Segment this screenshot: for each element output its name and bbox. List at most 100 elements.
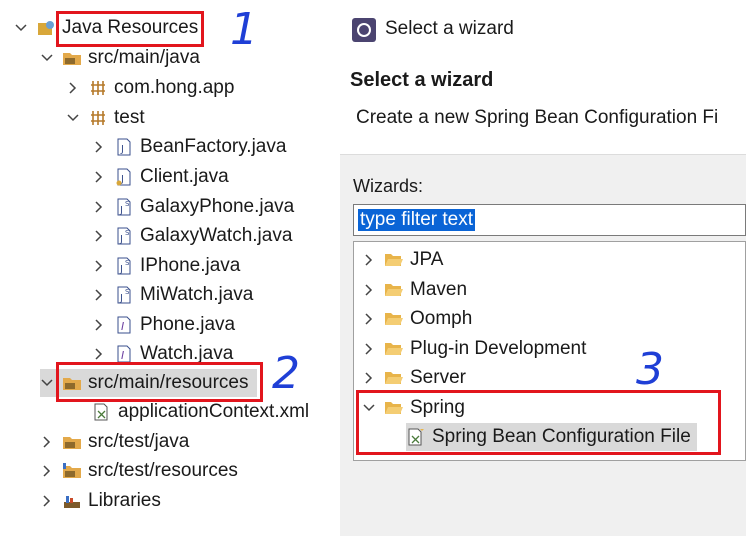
filter-text: type filter text bbox=[358, 209, 475, 231]
tree-item-libraries[interactable]: Libraries bbox=[40, 487, 161, 515]
svg-text:J: J bbox=[119, 264, 123, 275]
svg-text:I: I bbox=[121, 349, 124, 362]
tree-label: GalaxyWatch.java bbox=[140, 225, 293, 246]
tree-item-app-context[interactable]: applicationContext.xml bbox=[92, 398, 309, 426]
tree-label: BeanFactory.java bbox=[140, 136, 287, 157]
highlight-box-java-resources bbox=[56, 11, 204, 47]
chevron-right-icon[interactable] bbox=[92, 259, 106, 273]
tree-label: src/test/java bbox=[88, 431, 190, 452]
chevron-right-icon[interactable] bbox=[92, 200, 106, 214]
chevron-right-icon[interactable] bbox=[362, 342, 376, 356]
tree-item-file[interactable]: JS GalaxyWatch.java bbox=[92, 222, 292, 250]
tree-label: GalaxyPhone.java bbox=[140, 196, 295, 217]
category-label: JPA bbox=[410, 249, 444, 270]
chevron-right-icon[interactable] bbox=[40, 435, 54, 449]
java-interface-icon: I bbox=[114, 344, 134, 364]
wizard-category[interactable]: JPA bbox=[362, 246, 443, 274]
chevron-right-icon[interactable] bbox=[40, 464, 54, 478]
chevron-right-icon[interactable] bbox=[362, 253, 376, 267]
highlight-box-spring-wizard bbox=[356, 390, 721, 455]
tree-item-file[interactable]: J BeanFactory.java bbox=[92, 133, 286, 161]
xml-file-icon bbox=[92, 402, 112, 422]
java-class-icon: JS bbox=[114, 226, 134, 246]
tree-item-file[interactable]: JS GalaxyPhone.java bbox=[92, 193, 294, 221]
wizard-category[interactable]: Plug-in Development bbox=[362, 335, 586, 363]
svg-text:S: S bbox=[125, 288, 130, 296]
java-class-icon: JS bbox=[114, 285, 134, 305]
source-folder-icon bbox=[62, 461, 82, 481]
svg-text:S: S bbox=[125, 229, 130, 237]
annotation-number-3: 3 bbox=[636, 344, 664, 395]
chevron-right-icon[interactable] bbox=[40, 494, 54, 508]
wizard-category[interactable]: Server bbox=[362, 364, 466, 392]
svg-text:I: I bbox=[121, 320, 124, 333]
header-title: Select a wizard bbox=[350, 69, 494, 91]
tree-item-file[interactable]: JS IPhone.java bbox=[92, 252, 240, 280]
chevron-right-icon[interactable] bbox=[66, 81, 80, 95]
chevron-right-icon[interactable] bbox=[92, 140, 106, 154]
tree-item-src-main-java[interactable]: src/main/java bbox=[40, 44, 200, 72]
folder-open-icon bbox=[384, 250, 404, 270]
java-file-icon: J bbox=[114, 167, 134, 187]
project-explorer: Java Resources src/main/java com.hong.ap… bbox=[0, 0, 340, 536]
tree-label: applicationContext.xml bbox=[118, 401, 310, 422]
tree-item-package-test[interactable]: test bbox=[66, 104, 145, 132]
filter-input[interactable]: type filter text bbox=[353, 204, 746, 236]
tree-label: src/main/java bbox=[88, 47, 200, 68]
tree-label: test bbox=[114, 107, 145, 128]
category-label: Plug-in Development bbox=[410, 338, 587, 359]
chevron-down-icon[interactable] bbox=[40, 51, 54, 65]
svg-text:J: J bbox=[119, 205, 123, 216]
tree-item-src-test-resources[interactable]: src/test/resources bbox=[40, 457, 238, 485]
tree-label: MiWatch.java bbox=[140, 284, 254, 305]
category-label: Oomph bbox=[410, 308, 473, 329]
tree-label: Client.java bbox=[140, 166, 229, 187]
tree-item-file[interactable]: J Client.java bbox=[92, 163, 229, 191]
tree-label: IPhone.java bbox=[140, 255, 241, 276]
svg-text:S: S bbox=[125, 259, 130, 267]
libraries-icon bbox=[62, 491, 82, 511]
java-file-icon: J bbox=[114, 137, 134, 157]
header-description: Create a new Spring Bean Configuration F… bbox=[356, 107, 719, 128]
tree-item-file[interactable]: JS MiWatch.java bbox=[92, 281, 253, 309]
svg-text:S: S bbox=[125, 200, 130, 208]
folder-open-icon bbox=[384, 339, 404, 359]
chevron-down-icon[interactable] bbox=[14, 21, 28, 35]
highlight-box-src-main-resources bbox=[56, 362, 263, 402]
tree-label: Phone.java bbox=[140, 314, 236, 335]
chevron-right-icon[interactable] bbox=[92, 318, 106, 332]
tree-item-package-app[interactable]: com.hong.app bbox=[66, 74, 234, 102]
chevron-right-icon[interactable] bbox=[362, 371, 376, 385]
tree-item-file[interactable]: I Phone.java bbox=[92, 311, 235, 339]
chevron-down-icon[interactable] bbox=[66, 111, 80, 125]
select-wizard-dialog: Select a wizard Select a wizard Create a… bbox=[340, 0, 746, 536]
java-class-icon: JS bbox=[114, 197, 134, 217]
chevron-right-icon[interactable] bbox=[92, 347, 106, 361]
chevron-right-icon[interactable] bbox=[92, 170, 106, 184]
java-class-icon: JS bbox=[114, 256, 134, 276]
chevron-down-icon[interactable] bbox=[40, 376, 54, 390]
dialog-title: Select a wizard bbox=[385, 18, 514, 39]
dialog-title-bar: Select a wizard bbox=[340, 0, 746, 62]
wizard-category[interactable]: Oomph bbox=[362, 305, 472, 333]
category-label: Maven bbox=[410, 279, 468, 300]
wizards-label: Wizards: bbox=[353, 176, 424, 196]
folder-open-icon bbox=[384, 280, 404, 300]
chevron-right-icon[interactable] bbox=[362, 283, 376, 297]
annotation-number-2: 2 bbox=[272, 348, 300, 399]
java-interface-icon: I bbox=[114, 315, 134, 335]
eclipse-icon bbox=[352, 18, 376, 47]
svg-text:J: J bbox=[119, 234, 123, 245]
package-icon bbox=[88, 108, 108, 128]
chevron-right-icon[interactable] bbox=[92, 288, 106, 302]
chevron-right-icon[interactable] bbox=[92, 229, 106, 243]
java-resources-icon bbox=[36, 18, 56, 38]
svg-text:J: J bbox=[120, 144, 124, 155]
source-folder-icon bbox=[62, 432, 82, 452]
tree-item-src-test-java[interactable]: src/test/java bbox=[40, 428, 189, 456]
folder-open-icon bbox=[384, 368, 404, 388]
chevron-right-icon[interactable] bbox=[362, 312, 376, 326]
svg-text:J: J bbox=[119, 293, 123, 304]
wizard-category[interactable]: Maven bbox=[362, 276, 467, 304]
annotation-number-1: 1 bbox=[230, 4, 258, 55]
